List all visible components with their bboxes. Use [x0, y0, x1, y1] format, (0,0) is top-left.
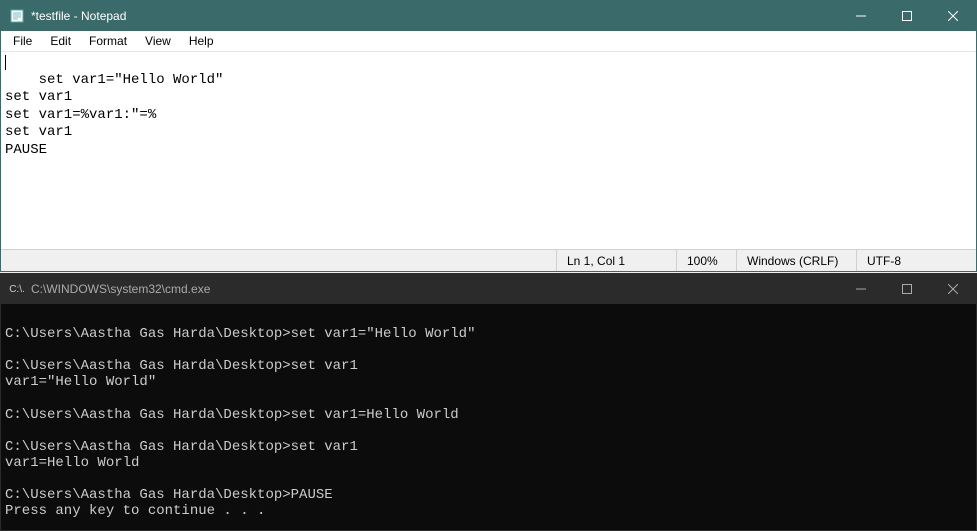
menu-help[interactable]: Help	[181, 32, 222, 50]
cmd-titlebar[interactable]: C:\. C:\WINDOWS\system32\cmd.exe	[1, 274, 976, 304]
status-position: Ln 1, Col 1	[556, 250, 676, 271]
status-encoding: UTF-8	[856, 250, 976, 271]
menu-view[interactable]: View	[137, 32, 179, 50]
cmd-maximize-button[interactable]	[884, 274, 930, 304]
cmd-title: C:\WINDOWS\system32\cmd.exe	[31, 282, 838, 296]
cmd-window: C:\. C:\WINDOWS\system32\cmd.exe C:\User…	[0, 273, 977, 531]
editor-content: set var1="Hello World" set var1 set var1…	[5, 72, 223, 158]
cmd-close-button[interactable]	[930, 274, 976, 304]
text-cursor	[5, 55, 6, 70]
notepad-window-controls	[838, 1, 976, 31]
minimize-button[interactable]	[838, 1, 884, 31]
maximize-button[interactable]	[884, 1, 930, 31]
cmd-output[interactable]: C:\Users\Aastha Gas Harda\Desktop>set va…	[1, 304, 976, 530]
status-zoom: 100%	[676, 250, 736, 271]
notepad-statusbar: Ln 1, Col 1 100% Windows (CRLF) UTF-8	[1, 249, 976, 271]
cmd-minimize-button[interactable]	[838, 274, 884, 304]
status-line-ending: Windows (CRLF)	[736, 250, 856, 271]
notepad-title: *testfile - Notepad	[31, 9, 838, 23]
menu-format[interactable]: Format	[81, 32, 135, 50]
cmd-window-controls	[838, 274, 976, 304]
cmd-icon: C:\.	[9, 281, 25, 297]
close-button[interactable]	[930, 1, 976, 31]
menu-file[interactable]: File	[5, 32, 40, 50]
notepad-icon	[9, 8, 25, 24]
notepad-window: *testfile - Notepad File Edit Format Vie…	[0, 0, 977, 272]
menu-edit[interactable]: Edit	[42, 32, 79, 50]
notepad-menubar: File Edit Format View Help	[1, 31, 976, 52]
notepad-editor[interactable]: set var1="Hello World" set var1 set var1…	[1, 52, 976, 249]
notepad-titlebar[interactable]: *testfile - Notepad	[1, 1, 976, 31]
